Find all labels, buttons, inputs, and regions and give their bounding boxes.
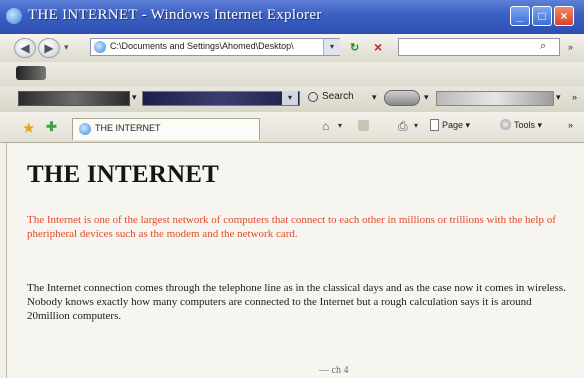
intro-paragraph: The Internet is one of the largest netwo… [27, 214, 556, 240]
tab-label: THE INTERNET [95, 123, 161, 133]
chevron-right-icon[interactable]: » [568, 120, 573, 130]
page-icon [79, 123, 91, 135]
address-dropdown-icon[interactable]: ▾ [323, 39, 340, 55]
connection-paragraph: The Internet connection comes through th… [27, 282, 566, 294]
tools-gear-icon [500, 119, 511, 130]
chevron-down-icon[interactable]: ▾ [424, 92, 429, 103]
back-arrow-icon: ◀ [20, 41, 30, 55]
home-icon[interactable]: ⌂ [322, 119, 329, 133]
custom-toolbar [0, 62, 584, 86]
chevron-down-icon[interactable]: ▾ [132, 92, 137, 103]
forward-button[interactable]: ▶ [38, 38, 60, 58]
tools-menu-button[interactable]: Tools ▾ [514, 120, 542, 131]
print-icon[interactable]: ⎙ [398, 119, 408, 134]
toolbar-logo-icon[interactable] [16, 66, 46, 80]
page-footer-text: — ch 4 [319, 365, 349, 376]
chevron-right-icon[interactable]: » [572, 92, 577, 102]
chevron-down-icon[interactable]: ▾ [282, 91, 298, 105]
computers-count-paragraph: Nobody knows exactly how many computers … [27, 296, 532, 322]
recent-pages-dropdown-icon[interactable]: ▾ [64, 42, 69, 53]
chevron-down-icon[interactable]: ▾ [556, 92, 561, 103]
search-toolbar: ▾ ▾ Search ▾ ▾ ▾ » [0, 86, 584, 113]
address-bar[interactable]: C:\Documents and Settings\Ahomed\Desktop… [90, 38, 340, 56]
title-bar: THE INTERNET - Windows Internet Explorer… [0, 0, 584, 34]
page-menu-label: Page [442, 120, 464, 130]
chevron-down-icon[interactable]: ▾ [414, 121, 418, 130]
refresh-icon[interactable]: ↻ [350, 41, 359, 54]
tab-the-internet[interactable]: THE INTERNET [72, 118, 260, 140]
tools-menu-label: Tools [514, 120, 536, 130]
search-button[interactable]: Search [322, 91, 354, 102]
toolbar-option-icon[interactable] [384, 90, 420, 106]
ie-window: THE INTERNET - Windows Internet Explorer… [0, 0, 584, 378]
body-paragraphs: The Internet connection comes through th… [27, 281, 567, 323]
page-title: THE INTERNET [27, 161, 220, 188]
navigation-bar: ◀ ▶ ▾ C:\Documents and Settings\Ahomed\D… [0, 34, 584, 63]
add-favorite-icon[interactable]: ✚ [46, 119, 57, 135]
chevron-down-icon[interactable]: ▾ [338, 121, 342, 130]
page-menu-icon [430, 119, 439, 131]
toolbar-combo-dark[interactable] [18, 91, 130, 106]
feeds-icon[interactable] [358, 120, 369, 131]
live-search-input[interactable] [398, 38, 560, 56]
page-content: THE INTERNET The Internet is one of the … [6, 143, 584, 378]
search-icon [308, 92, 318, 102]
favorites-star-icon[interactable]: ★ [22, 119, 35, 137]
page-icon [94, 41, 106, 53]
ie-logo-icon [6, 8, 22, 24]
address-input[interactable]: C:\Documents and Settings\Ahomed\Desktop… [110, 41, 320, 51]
maximize-icon: □ [538, 9, 546, 23]
back-button[interactable]: ◀ [14, 38, 36, 58]
search-icon[interactable]: ⌕ [540, 40, 546, 53]
tab-bar: ★ ✚ THE INTERNET ⌂ ▾ ⎙ ▾ Page ▾ Tools ▾ … [0, 112, 584, 143]
forward-arrow-icon: ▶ [44, 41, 54, 55]
toolbar-search-field[interactable] [142, 91, 300, 106]
chevron-down-icon[interactable]: ▾ [372, 92, 377, 103]
toolbar-grey-field[interactable] [436, 91, 554, 106]
chevron-right-icon[interactable]: » [568, 42, 573, 52]
page-menu-button[interactable]: Page ▾ [442, 120, 470, 131]
maximize-button[interactable]: □ [532, 6, 552, 26]
minimize-button[interactable]: _ [510, 6, 530, 26]
close-icon: × [560, 9, 568, 23]
window-title: THE INTERNET - Windows Internet Explorer [28, 7, 322, 23]
stop-icon[interactable]: × [374, 39, 382, 55]
close-button[interactable]: × [554, 6, 574, 26]
minimize-icon: _ [516, 9, 524, 23]
